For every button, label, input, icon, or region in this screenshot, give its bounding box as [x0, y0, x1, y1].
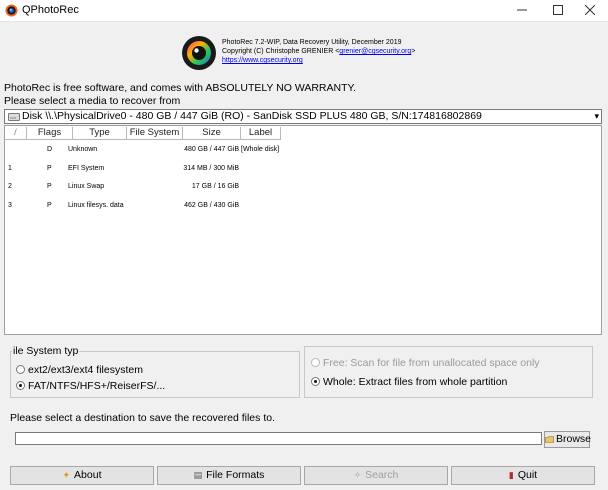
- about-text: PhotoRec 7.2-WIP, Data Recovery Utility,…: [222, 38, 415, 65]
- cell-number: 1: [8, 165, 12, 172]
- search-button-label: Search: [365, 469, 399, 481]
- radio-button-selected[interactable]: [311, 377, 320, 386]
- table-row[interactable]: D Unknown 480 GB / 447 GiB [Whole disk]: [5, 144, 601, 156]
- table-row[interactable]: 3 P Linux filesys. data 462 GB / 430 GiB: [5, 200, 601, 212]
- scan-mode-group: [304, 346, 593, 398]
- browse-button[interactable]: Browse: [544, 431, 592, 448]
- destination-label: Please select a destination to save the …: [10, 412, 275, 424]
- maximize-icon: [553, 5, 563, 15]
- table-row[interactable]: 2 P Linux Swap 17 GB / 16 GiB: [5, 181, 601, 193]
- scan-option-free-label: Free: Scan for file from unallocated spa…: [323, 357, 540, 369]
- fs-option-ext[interactable]: ext2/ext3/ext4 filesystem: [16, 364, 143, 376]
- disk-select[interactable]: Disk \\.\PhysicalDrive0 - 480 GB / 447 G…: [4, 109, 602, 124]
- table-row[interactable]: 1 P EFI System 314 MB / 300 MiB: [5, 163, 601, 175]
- email-link[interactable]: grenier@cgsecurity.org: [339, 48, 411, 55]
- search-icon: ✧: [353, 470, 362, 480]
- about-button[interactable]: ✦ About: [10, 466, 154, 485]
- title-bar: QPhotoRec: [0, 0, 608, 22]
- cell-number: 2: [8, 183, 12, 190]
- search-button[interactable]: ✧ Search: [304, 466, 448, 485]
- exit-icon: ▮: [508, 470, 514, 480]
- quit-button-label: Quit: [517, 469, 538, 481]
- radio-button[interactable]: [311, 358, 320, 367]
- destination-path-input[interactable]: [15, 432, 542, 445]
- cell-type: Linux filesys. data: [68, 202, 124, 209]
- select-media-label: Please select a media to recover from: [4, 95, 181, 107]
- column-header-type[interactable]: Type: [73, 127, 127, 140]
- formats-list-icon: ▤: [193, 470, 203, 480]
- cell-size: 462 GB / 430 GiB: [184, 202, 239, 209]
- cell-flag: P: [47, 165, 52, 172]
- hard-disk-icon: [8, 113, 20, 121]
- column-header-flags[interactable]: Flags: [27, 127, 73, 140]
- about-button-label: About: [74, 469, 102, 481]
- photorec-app-icon: [5, 4, 18, 17]
- close-icon: [584, 4, 596, 16]
- disk-select-value: Disk \\.\PhysicalDrive0 - 480 GB / 447 G…: [22, 110, 482, 122]
- column-header-label[interactable]: Label: [241, 127, 281, 140]
- copyright-line: Copyright (C) Christophe GRENIER <grenie…: [222, 48, 416, 55]
- scan-option-whole[interactable]: Whole: Extract files from whole partitio…: [311, 376, 507, 388]
- version-line: PhotoRec 7.2-WIP, Data Recovery Utility,…: [222, 39, 402, 46]
- cell-size: 314 MB / 300 MiB: [183, 165, 239, 172]
- cell-flag: P: [47, 183, 52, 190]
- radio-button-selected[interactable]: [16, 381, 25, 390]
- cell-label: [Whole disk]: [241, 146, 280, 153]
- column-header-filesystem[interactable]: File System: [127, 127, 183, 140]
- cell-type: EFI System: [68, 165, 105, 172]
- folder-icon: [545, 436, 554, 443]
- chevron-down-icon: ▾: [594, 111, 599, 121]
- star-icon: ✦: [62, 470, 71, 480]
- minimize-icon: [517, 9, 527, 11]
- close-button[interactable]: [572, 0, 608, 22]
- cell-size: 480 GB / 447 GiB: [184, 146, 239, 153]
- cell-flag: D: [47, 146, 53, 153]
- column-header-size[interactable]: Size: [183, 127, 241, 140]
- scan-option-free[interactable]: Free: Scan for file from unallocated spa…: [311, 357, 540, 369]
- quit-button[interactable]: ▮ Quit: [451, 466, 595, 485]
- radio-button[interactable]: [16, 365, 25, 374]
- license-text: PhotoRec is free software, and comes wit…: [4, 82, 357, 94]
- cell-type: Unknown: [68, 146, 98, 153]
- photorec-logo: [182, 36, 216, 70]
- browse-button-label: Browse: [556, 433, 592, 445]
- file-formats-button-label: File Formats: [206, 469, 265, 481]
- column-header-number[interactable]: /: [5, 127, 27, 140]
- minimize-button[interactable]: [504, 0, 540, 22]
- cell-number: 3: [8, 202, 12, 209]
- partition-table[interactable]: / Flags Type File System Size Label D Un…: [4, 125, 602, 335]
- cell-type: Linux Swap: [68, 183, 105, 190]
- fs-option-ext-label: ext2/ext3/ext4 filesystem: [28, 364, 143, 376]
- file-formats-button[interactable]: ▤ File Formats: [157, 466, 301, 485]
- fs-option-fat[interactable]: FAT/NTFS/HFS+/ReiserFS/...: [16, 380, 165, 392]
- table-header: / Flags Type File System Size Label: [5, 126, 601, 140]
- cell-size: 17 GB / 16 GiB: [191, 183, 239, 190]
- filesystem-type-title: ile System typ: [12, 345, 80, 357]
- fs-option-fat-label: FAT/NTFS/HFS+/ReiserFS/...: [28, 380, 166, 392]
- website-link[interactable]: https://www.cgsecurity.org: [222, 57, 303, 64]
- window-title: QPhotoRec: [22, 4, 79, 16]
- maximize-button[interactable]: [540, 0, 576, 22]
- cell-flag: P: [47, 202, 52, 209]
- scan-option-whole-label: Whole: Extract files from whole partitio…: [323, 376, 508, 388]
